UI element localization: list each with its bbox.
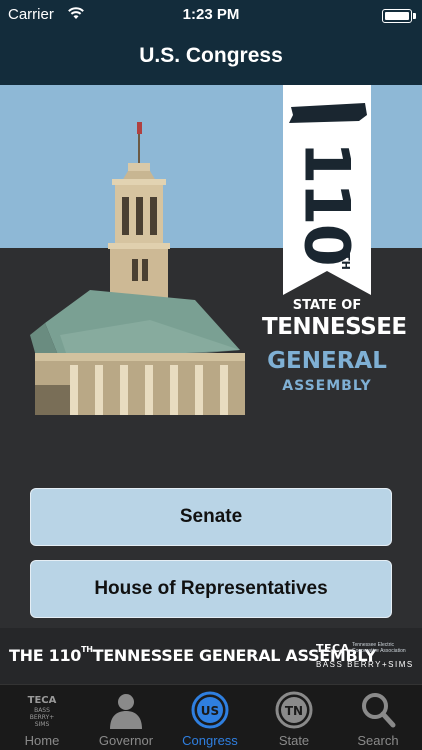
tab-search[interactable]: Search [336, 685, 420, 750]
navigation-bar: U.S. Congress [0, 30, 422, 85]
battery-icon [382, 9, 416, 23]
tab-governor[interactable]: Governor [84, 685, 168, 750]
tab-state-label: State [278, 733, 310, 748]
session-number: 110 [290, 141, 364, 265]
session-number-suffix: TH [338, 253, 352, 270]
teca-logo: TECA [316, 642, 350, 655]
sponsor-footer: THE 110THTENNESSEE GENERAL ASSEMBLY TECA… [0, 628, 422, 684]
tab-governor-label: Governor [98, 733, 154, 748]
tn-icon: TN [275, 691, 313, 729]
tab-congress[interactable]: US Congress [168, 685, 252, 750]
tab-congress-label: Congress [182, 733, 238, 748]
teca-logo-icon: TECA BASS BERRY+ SIMS [28, 695, 57, 728]
assembly-label: ASSEMBLY [282, 378, 372, 394]
svg-text:SIMS: SIMS [35, 721, 50, 728]
tab-home[interactable]: TECA BASS BERRY+ SIMS Home [0, 685, 84, 750]
tab-bar: TECA BASS BERRY+ SIMS Home Governor US C… [0, 684, 422, 750]
page-title: U.S. Congress [139, 44, 283, 67]
senate-button[interactable]: Senate [30, 488, 392, 546]
search-icon [362, 693, 396, 728]
us-icon: US [191, 691, 229, 729]
capitol-building-image [30, 122, 245, 415]
clock: 1:23 PM [182, 6, 240, 23]
status-bar: Carrier 1:23 PM [0, 0, 422, 30]
svg-text:TECA: TECA [28, 695, 57, 706]
tennessee-label: TENNESSEE [262, 314, 407, 340]
person-icon [110, 694, 142, 729]
tab-home-label: Home [24, 733, 60, 748]
bass-berry-sims-logo: BASS BERRY+SIMS [316, 660, 414, 669]
teca-subtitle: Tennessee Electric Cooperative Associati… [352, 642, 406, 654]
general-label: GENERAL [267, 348, 387, 374]
svg-text:US: US [201, 704, 219, 718]
house-of-representatives-button[interactable]: House of Representatives [30, 560, 392, 618]
tab-state[interactable]: TN State [252, 685, 336, 750]
svg-text:BERRY+: BERRY+ [30, 714, 55, 721]
svg-text:BASS: BASS [34, 707, 50, 714]
svg-text:TN: TN [285, 704, 303, 718]
tab-search-label: Search [357, 733, 399, 748]
state-of-label: STATE OF [292, 298, 362, 313]
